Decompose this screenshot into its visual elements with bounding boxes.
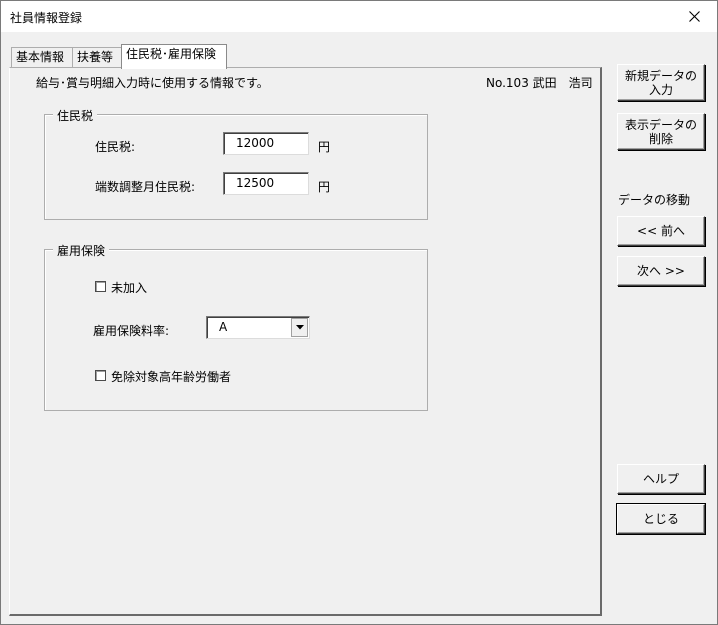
not-enrolled-checkbox[interactable] <box>95 281 106 292</box>
exempt-elderly-checkbox[interactable] <box>95 370 106 381</box>
close-icon <box>688 11 700 22</box>
tab-label: 基本情報 <box>16 50 65 64</box>
button-label: 次へ >> <box>637 264 685 278</box>
data-move-label: データの移動 <box>618 193 691 207</box>
insurance-rate-select[interactable]: A <box>206 316 310 339</box>
chevron-down-icon <box>295 325 304 330</box>
employment-insurance-group: 雇用保険 未加入 雇用保険料率: A 免除対象高年齢労働者 <box>44 242 428 411</box>
button-label-line1: 表示データの <box>624 117 697 132</box>
close-window-button[interactable] <box>671 1 717 32</box>
group-title: 雇用保険 <box>53 242 110 259</box>
next-button[interactable]: 次へ >> <box>617 256 705 286</box>
delete-data-button[interactable]: 表示データの 削除 <box>617 113 705 150</box>
button-label: とじる <box>642 512 679 526</box>
not-enrolled-label: 未加入 <box>111 281 148 295</box>
title-bar: 社員情報登録 <box>1 1 717 32</box>
button-label-line1: 新規データの <box>624 68 697 83</box>
group-title: 住民税 <box>53 107 98 124</box>
adjust-tax-input[interactable]: 12500 <box>223 172 309 195</box>
close-button[interactable]: とじる <box>616 503 706 535</box>
adjust-tax-label: 端数調整月住民税: <box>95 180 196 194</box>
yen-unit: 円 <box>318 140 331 154</box>
exempt-elderly-label: 免除対象高年齢労働者 <box>111 370 232 384</box>
tab-resident-tax-insurance[interactable]: 住民税･雇用保険 <box>121 44 227 69</box>
tab-label: 住民税･雇用保険 <box>126 47 217 61</box>
button-label-line2: 入力 <box>648 82 673 97</box>
tab-page: 給与･賞与明細入力時に使用する情報です。 No.103 武田 浩司 住民税 住民… <box>9 67 602 616</box>
tab-basic-info[interactable]: 基本情報 <box>11 47 73 68</box>
window-title: 社員情報登録 <box>10 11 83 25</box>
employee-label: No.103 武田 浩司 <box>486 76 593 90</box>
previous-button[interactable]: << 前へ <box>617 216 705 246</box>
resident-tax-label: 住民税: <box>95 140 136 154</box>
resident-tax-group: 住民税 住民税: 12000 円 端数調整月住民税: 12500 円 <box>44 107 428 220</box>
dropdown-arrow-button[interactable] <box>291 318 308 337</box>
new-data-button[interactable]: 新規データの 入力 <box>617 64 705 101</box>
insurance-rate-label: 雇用保険料率: <box>93 324 170 338</box>
resident-tax-input[interactable]: 12000 <box>223 132 309 155</box>
description-text: 給与･賞与明細入力時に使用する情報です。 <box>36 76 269 90</box>
tab-label: 扶養等 <box>77 50 114 64</box>
button-label: << 前へ <box>637 224 685 238</box>
yen-unit: 円 <box>318 180 331 194</box>
button-label-line2: 削除 <box>648 131 673 146</box>
tab-dependents[interactable]: 扶養等 <box>72 47 122 68</box>
insurance-rate-value: A <box>219 320 228 334</box>
help-button[interactable]: ヘルプ <box>617 464 705 494</box>
employee-info-window: 社員情報登録 基本情報 扶養等 住民税･雇用保険 給与･賞与明細入力時に使用する… <box>0 0 718 625</box>
button-label: ヘルプ <box>642 472 679 486</box>
